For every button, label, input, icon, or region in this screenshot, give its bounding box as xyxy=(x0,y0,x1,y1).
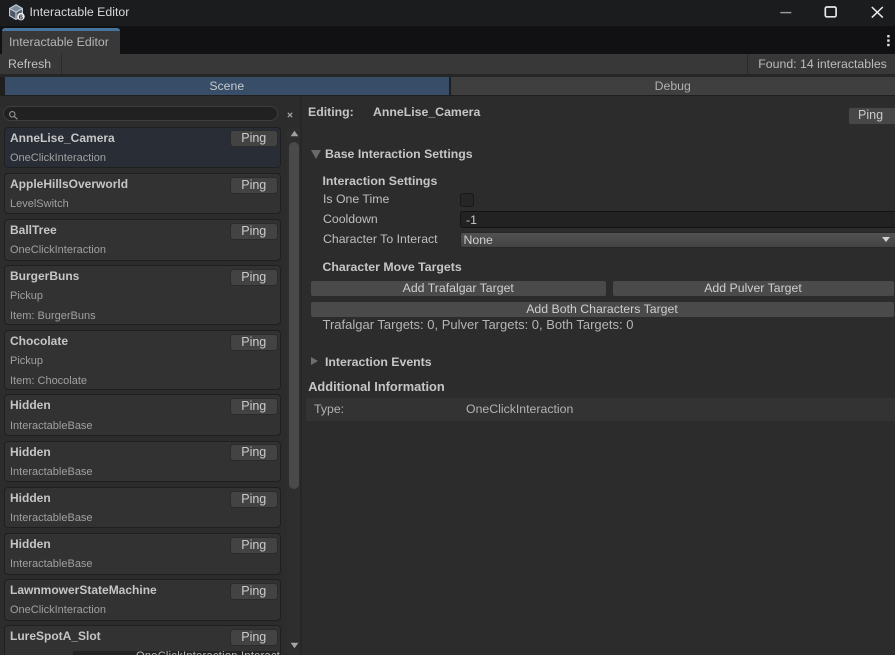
svg-text:6: 6 xyxy=(19,12,23,21)
